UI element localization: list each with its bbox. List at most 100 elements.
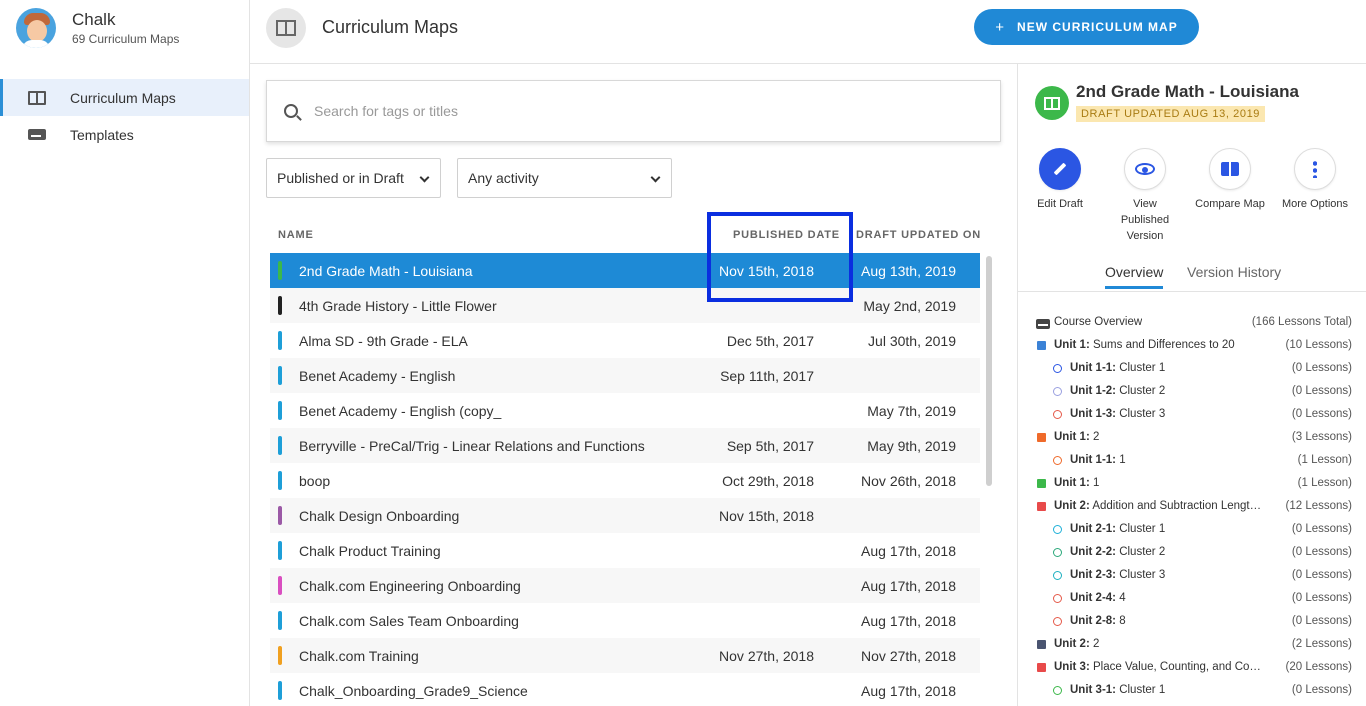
action-label: More Options (1281, 198, 1349, 210)
row-draft-updated: Aug 17th, 2018 (861, 683, 956, 699)
table-row[interactable]: Chalk.com Engineering Onboarding Aug 17th… (270, 568, 980, 603)
table-row[interactable]: Chalk Design Onboarding Nov 15th, 2018 (270, 498, 980, 533)
cluster-row[interactable]: Unit 3-1: Cluster 1 (0 Lessons) (1034, 682, 1352, 705)
row-published-date: Nov 15th, 2018 (719, 508, 814, 524)
lesson-count: (12 Lessons) (1285, 500, 1352, 512)
edit-draft-button[interactable]: Edit Draft (1015, 148, 1105, 212)
row-name: 4th Grade History - Little Flower (299, 298, 497, 314)
unit-number: Unit 1: (1054, 339, 1090, 351)
sidebar-item-curriculum-maps[interactable]: Curriculum Maps (0, 79, 249, 116)
color-tag (278, 681, 282, 700)
highlight-box (707, 212, 853, 302)
lesson-count: (0 Lessons) (1291, 592, 1352, 604)
unit-number: Unit 3-1: (1070, 684, 1116, 696)
table-row[interactable]: Benet Academy - English (copy_ May 7th, 2… (270, 393, 980, 428)
brand-subtitle: 69 Curriculum Maps (72, 32, 180, 46)
cluster-row[interactable]: Unit 1-3: Cluster 3 (0 Lessons) (1034, 406, 1352, 429)
cluster-row[interactable]: Unit 1-1: Cluster 1 (0 Lessons) (1034, 360, 1352, 383)
tab-overview[interactable]: Overview (1105, 264, 1164, 289)
row-draft-updated: Aug 17th, 2018 (861, 578, 956, 594)
cluster-ring-icon (1053, 571, 1062, 580)
unit-title: Cluster 2 (1116, 385, 1166, 397)
cluster-row[interactable]: Unit 2-3: Cluster 3 (0 Lessons) (1034, 567, 1352, 590)
unit-title: 1 (1089, 477, 1100, 489)
unit-row[interactable]: Unit 2: 2 (2 Lessons) (1034, 636, 1352, 659)
unit-label: Unit 3: Place Value, Counting, and Co… (1054, 661, 1261, 673)
unit-number: Unit 1-1: (1070, 362, 1116, 374)
unit-label: Unit 1: Sums and Differences to 20 (1054, 339, 1235, 351)
unit-title: Cluster 1 (1116, 684, 1166, 696)
table-row[interactable]: Chalk.com Training Nov 27th, 2018 Nov 27th… (270, 638, 980, 673)
course-overview-label: Course Overview (1054, 316, 1143, 328)
avatar[interactable] (16, 8, 56, 48)
status-filter-select[interactable]: Published or in Draft (266, 158, 441, 198)
tab-version-history[interactable]: Version History (1187, 264, 1281, 280)
cluster-row[interactable]: Unit 1-2: Cluster 2 (0 Lessons) (1034, 383, 1352, 406)
row-published-date: Nov 27th, 2018 (719, 648, 814, 664)
unit-color-marker (1037, 479, 1046, 488)
cluster-row[interactable]: Unit 2-8: 8 (0 Lessons) (1034, 613, 1352, 636)
cluster-ring-icon (1053, 548, 1062, 557)
unit-label: Unit 2-2: Cluster 2 (1070, 546, 1165, 558)
unit-title: Sums and Differences to 20 (1089, 339, 1235, 351)
color-tag (278, 436, 282, 455)
unit-number: Unit 1: (1054, 431, 1090, 443)
cluster-ring-icon (1053, 525, 1062, 534)
chevron-down-icon (650, 172, 661, 183)
cluster-row[interactable]: Unit 2-2: Cluster 2 (0 Lessons) (1034, 544, 1352, 567)
cluster-ring-icon (1053, 410, 1062, 419)
cluster-row[interactable]: Unit 1-1: 1 (1 Lesson) (1034, 452, 1352, 475)
table-row[interactable]: Benet Academy - English Sep 11th, 2017 (270, 358, 980, 393)
status-badge: DRAFT UPDATED AUG 13, 2019 (1076, 106, 1266, 122)
color-tag (278, 611, 282, 630)
cluster-row[interactable]: Unit 2-4: 4 (0 Lessons) (1034, 590, 1352, 613)
table-row[interactable]: 4th Grade History - Little Flower May 2nd… (270, 288, 980, 323)
unit-row[interactable]: Unit 1: 2 (3 Lessons) (1034, 429, 1352, 452)
search-input[interactable] (314, 103, 914, 119)
unit-row[interactable]: Unit 1: Sums and Differences to 20 (10 Le… (1034, 337, 1352, 360)
lesson-count: (0 Lessons) (1291, 684, 1352, 696)
unit-row[interactable]: Unit 3: Place Value, Counting, and Co… (2… (1034, 659, 1352, 682)
cluster-ring-icon (1053, 594, 1062, 603)
search-icon (284, 104, 298, 118)
column-header-name[interactable]: NAME (278, 229, 314, 241)
lesson-count: (20 Lessons) (1285, 661, 1352, 673)
sidebar-nav: Curriculum Maps Templates (0, 79, 249, 153)
compare-map-button[interactable]: Compare Map (1185, 148, 1275, 212)
unit-title: 1 (1116, 454, 1126, 466)
row-published-date: Oct 29th, 2018 (722, 473, 814, 489)
unit-label: Unit 1-1: 1 (1070, 454, 1126, 466)
unit-row[interactable]: Unit 2: Addition and Subtraction Lengt… (… (1034, 498, 1352, 521)
table-row[interactable]: Berryville - PreCal/Trig - Linear Relati… (270, 428, 980, 463)
unit-title: Cluster 3 (1116, 408, 1166, 420)
activity-filter-select[interactable]: Any activity (457, 158, 672, 198)
color-tag (278, 646, 282, 665)
unit-color-marker (1037, 502, 1046, 511)
column-header-draft-updated[interactable]: DRAFT UPDATED ON (856, 229, 981, 241)
unit-number: Unit 3: (1054, 661, 1090, 673)
color-tag (278, 261, 282, 280)
unit-label: Unit 1-1: Cluster 1 (1070, 362, 1165, 374)
course-overview-row[interactable]: Course Overview (166 Lessons Total) (1034, 314, 1352, 337)
view-published-version-button[interactable]: View Published Version (1100, 148, 1190, 244)
cluster-row[interactable]: Unit 2-1: Cluster 1 (0 Lessons) (1034, 521, 1352, 544)
unit-number: Unit 2: (1054, 638, 1090, 650)
table-row[interactable]: boop Oct 29th, 2018 Nov 26th, 2018 (270, 463, 980, 498)
status-filter-value: Published or in Draft (277, 170, 404, 186)
new-curriculum-map-button[interactable]: + NEW CURRICULUM MAP (974, 9, 1199, 45)
unit-row[interactable]: Unit 1: 1 (1 Lesson) (1034, 475, 1352, 498)
table-row[interactable]: Chalk Product Training Aug 17th, 2018 (270, 533, 980, 568)
unit-title: 2 (1089, 638, 1100, 650)
more-options-button[interactable]: More Options (1270, 148, 1360, 212)
table-row[interactable]: 2nd Grade Math - Louisiana Nov 15th, 2018… (270, 253, 980, 288)
unit-title: 8 (1116, 615, 1126, 627)
sidebar-item-templates[interactable]: Templates (0, 116, 249, 153)
row-draft-updated: Nov 27th, 2018 (861, 648, 956, 664)
sidebar-item-label: Templates (70, 126, 134, 143)
row-draft-updated: Aug 17th, 2018 (861, 543, 956, 559)
table-row[interactable]: Alma SD - 9th Grade - ELA Dec 5th, 2017 Ju… (270, 323, 980, 358)
scrollbar[interactable] (986, 256, 992, 486)
row-draft-updated: Aug 17th, 2018 (861, 613, 956, 629)
table-row[interactable]: Chalk_Onboarding_Grade9_Science Aug 17th,… (270, 673, 980, 706)
table-row[interactable]: Chalk.com Sales Team Onboarding Aug 17th,… (270, 603, 980, 638)
